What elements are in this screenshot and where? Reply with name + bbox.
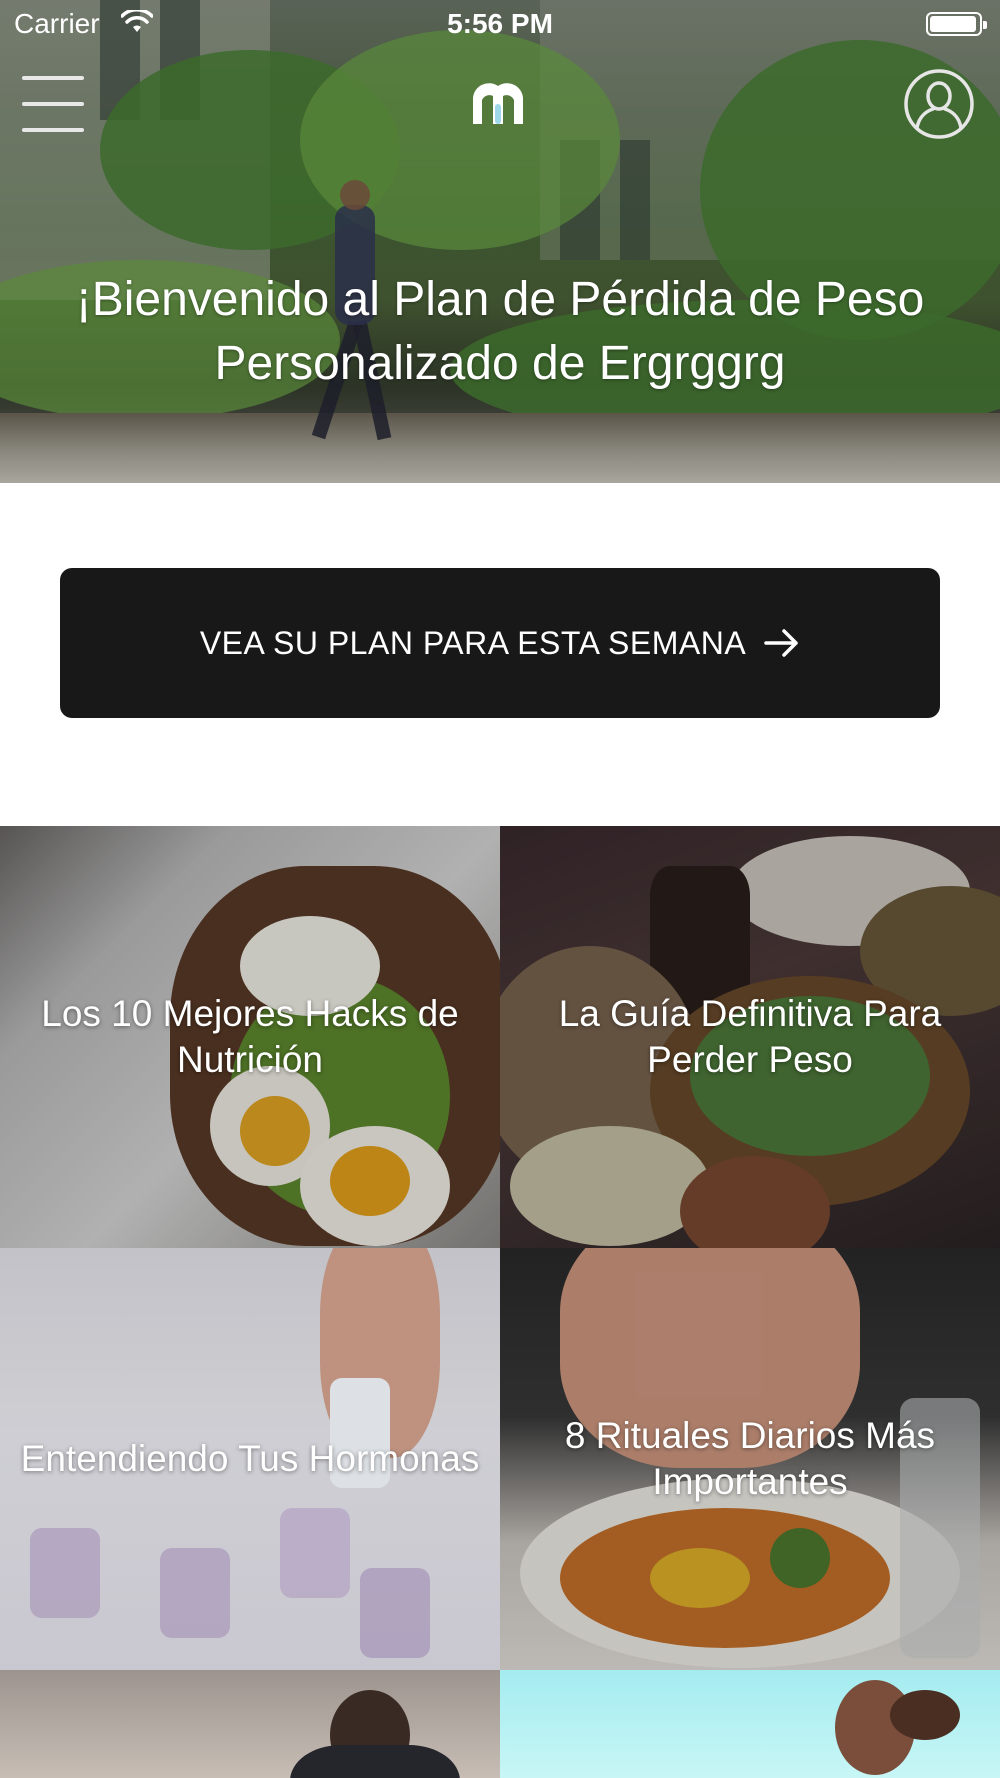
clock: 5:56 PM (447, 8, 553, 39)
hero-banner: Carrier 5:56 PM ¡Bienvenido al Plan de P… (0, 0, 1000, 483)
article-title: Los 10 Mejores Hacks de Nutrición (41, 993, 459, 1080)
article-card[interactable] (0, 1670, 500, 1778)
view-weekly-plan-button[interactable]: VEA SU PLAN PARA ESTA SEMANA (60, 568, 940, 718)
article-card[interactable]: 8 Rituales Diarios Más Importantes (500, 1248, 1000, 1670)
cta-label: VEA SU PLAN PARA ESTA SEMANA (199, 624, 747, 661)
article-title: Entendiendo Tus Hormonas (20, 1438, 480, 1479)
hero-title: ¡Bienvenido al Plan de Pérdida de Peso P… (75, 273, 925, 390)
status-bar: Carrier 5:56 PM (0, 0, 1000, 50)
article-title: La Guía Definitiva Para Perder Peso (558, 993, 942, 1080)
hero-runner (340, 180, 370, 210)
arrow-right-icon (764, 629, 798, 657)
battery-tip (983, 21, 987, 29)
article-title: 8 Rituales Diarios Más Importantes (564, 1415, 936, 1502)
article-title (20, 1670, 480, 1778)
article-title (520, 1670, 980, 1778)
user-profile-icon[interactable] (903, 68, 975, 140)
article-card[interactable]: Entendiendo Tus Hormonas (0, 1248, 500, 1670)
article-card[interactable] (500, 1670, 1000, 1778)
app-logo-m-icon (473, 83, 523, 124)
hero-path (0, 413, 1000, 483)
hamburger-menu-icon[interactable] (22, 72, 86, 138)
battery-level (930, 16, 976, 32)
article-card[interactable]: Los 10 Mejores Hacks de Nutrición (0, 826, 500, 1248)
article-card[interactable]: La Guía Definitiva Para Perder Peso (500, 826, 1000, 1248)
hero-window (620, 140, 650, 260)
battery-icon (926, 12, 987, 36)
